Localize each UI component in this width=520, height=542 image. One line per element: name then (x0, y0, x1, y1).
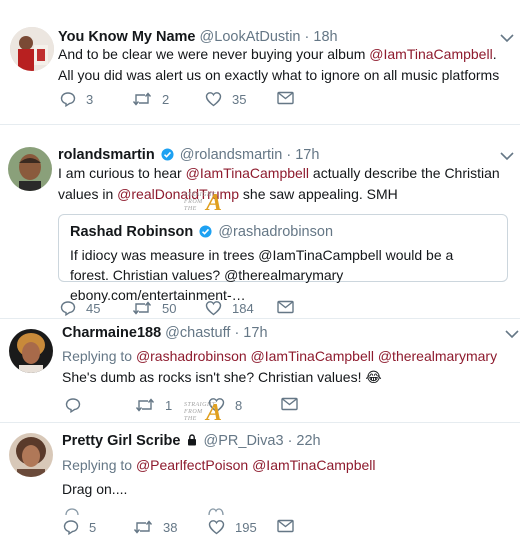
avatar-image (9, 329, 53, 373)
retweet-button[interactable]: 38 (133, 519, 177, 535)
like-count: 184 (232, 300, 254, 316)
reply-button[interactable]: 3 (60, 91, 93, 107)
like-button[interactable]: 195 (208, 519, 257, 535)
quoted-tweet-text: If idiocy was measure in trees @IamTinaC… (70, 247, 454, 303)
author-name[interactable]: Pretty Girl Scribe (62, 433, 180, 449)
tweet-text: And to be clear we were never buying you… (58, 46, 500, 83)
retweet-count: 1 (165, 397, 173, 413)
quoted-author-handle: @rashadrobinson (218, 224, 334, 240)
reply-icon (60, 92, 76, 107)
quoted-tweet[interactable]: Rashad Robinson @rashadrobinson If idioc… (58, 214, 508, 303)
avatar-lookatdustin[interactable] (10, 27, 54, 71)
chevron-down-icon[interactable] (500, 151, 514, 161)
like-count: 195 (235, 519, 257, 535)
envelope-icon (277, 519, 294, 533)
author-handle[interactable]: @PR_Diva3 (204, 433, 284, 449)
message-button[interactable] (277, 91, 294, 105)
heart-icon (208, 508, 224, 516)
message-button[interactable] (281, 397, 298, 411)
avatar-chastuff[interactable] (9, 329, 53, 373)
quoted-author-name: Rashad Robinson (70, 224, 194, 240)
avatar-pr-diva3[interactable] (9, 433, 53, 477)
tweet-text: She's dumb as rocks isn't she? Christian… (62, 369, 382, 385)
tweet-actions: 3 2 35 (60, 91, 500, 111)
author-handle[interactable]: @rolandsmartin (180, 147, 283, 163)
message-button[interactable] (277, 519, 294, 533)
reply-button[interactable]: 5 (63, 519, 96, 535)
tweet-text: Drag on.... (62, 481, 128, 497)
reply-icon (65, 398, 81, 413)
envelope-icon (277, 300, 294, 314)
author-handle[interactable]: @chastuff (165, 325, 230, 341)
chevron-down-icon[interactable] (505, 329, 519, 339)
timestamp[interactable]: · 18h (305, 29, 338, 45)
reply-count: 5 (89, 519, 97, 535)
author-name[interactable]: You Know My Name (58, 29, 196, 45)
reply-count: 3 (86, 91, 94, 107)
timestamp[interactable]: · 17h (286, 147, 319, 163)
tweet-text: I am curious to hear @IamTinaCampbell ac… (58, 165, 500, 202)
retweet-button[interactable]: 1 (135, 397, 172, 413)
retweet-icon (135, 398, 155, 412)
retweet-count: 38 (163, 519, 178, 535)
retweet-icon (133, 520, 153, 534)
retweet-button[interactable]: 2 (132, 91, 169, 107)
tweet-actions: 5 38 195 (63, 519, 503, 539)
retweet-count: 2 (162, 91, 170, 107)
retweet-count: 50 (162, 300, 177, 316)
heart-icon (208, 520, 225, 535)
heart-icon (205, 92, 222, 107)
envelope-icon (281, 397, 298, 411)
timestamp[interactable]: · 22h (288, 433, 321, 449)
replying-to: Replying to @rashadrobinson @IamTinaCamp… (62, 348, 498, 364)
retweet-button[interactable]: 50 (132, 300, 176, 316)
message-button[interactable] (277, 300, 294, 314)
mention-link[interactable]: @IamTinaCampbell (369, 46, 492, 62)
reply-count: 45 (86, 300, 101, 316)
tweet-2[interactable]: rolandsmartin @rolandsmartin · 17h I am … (0, 125, 520, 320)
tweet-1[interactable]: You Know My Name @LookAtDustin · 18h And… (0, 0, 520, 120)
lock-icon (187, 434, 196, 446)
heart-icon (208, 398, 225, 413)
author-handle[interactable]: @LookAtDustin (200, 29, 301, 45)
like-count: 8 (235, 397, 243, 413)
like-button[interactable]: 35 (205, 91, 246, 107)
replying-to-mentions[interactable]: @PearlfectPoison @IamTinaCampbell (136, 457, 376, 473)
reply-button[interactable]: 45 (60, 300, 100, 316)
avatar-image (8, 147, 52, 191)
verified-badge-icon (161, 148, 174, 161)
reply-icon (60, 301, 76, 316)
retweet-icon (132, 92, 152, 106)
replying-to-mentions[interactable]: @rashadrobinson @IamTinaCampbell @therea… (136, 348, 497, 364)
mention-link[interactable]: @IamTinaCampbell (186, 165, 309, 181)
timestamp[interactable]: · 17h (234, 325, 267, 341)
chevron-down-icon[interactable] (500, 33, 514, 43)
like-button[interactable]: 184 (205, 300, 254, 316)
tweet-actions: 1 8 (65, 397, 505, 417)
avatar-image (10, 27, 54, 71)
like-count: 35 (232, 91, 247, 107)
reply-icon (65, 508, 79, 516)
avatar-image (9, 433, 53, 477)
tweet-4[interactable]: Pretty Girl Scribe @PR_Diva3 · 22h Reply… (0, 423, 520, 542)
retweet-icon (132, 301, 152, 315)
tweet-3[interactable]: Charmaine188 @chastuff · 17h Replying to… (0, 319, 520, 419)
reply-icon (63, 520, 79, 535)
like-button[interactable]: 8 (208, 397, 242, 413)
mention-link[interactable]: @realDonaldTrump (117, 186, 239, 202)
avatar-rolandsmartin[interactable] (8, 147, 52, 191)
author-name[interactable]: rolandsmartin (58, 147, 155, 163)
tweet-actions: 45 50 184 (60, 300, 500, 320)
verified-badge-icon (199, 225, 212, 238)
envelope-icon (277, 91, 294, 105)
reply-button[interactable] (65, 397, 81, 413)
replying-to: Replying to @PearlfectPoison @IamTinaCam… (62, 457, 376, 473)
heart-icon (205, 301, 222, 316)
author-name[interactable]: Charmaine188 (62, 325, 161, 341)
